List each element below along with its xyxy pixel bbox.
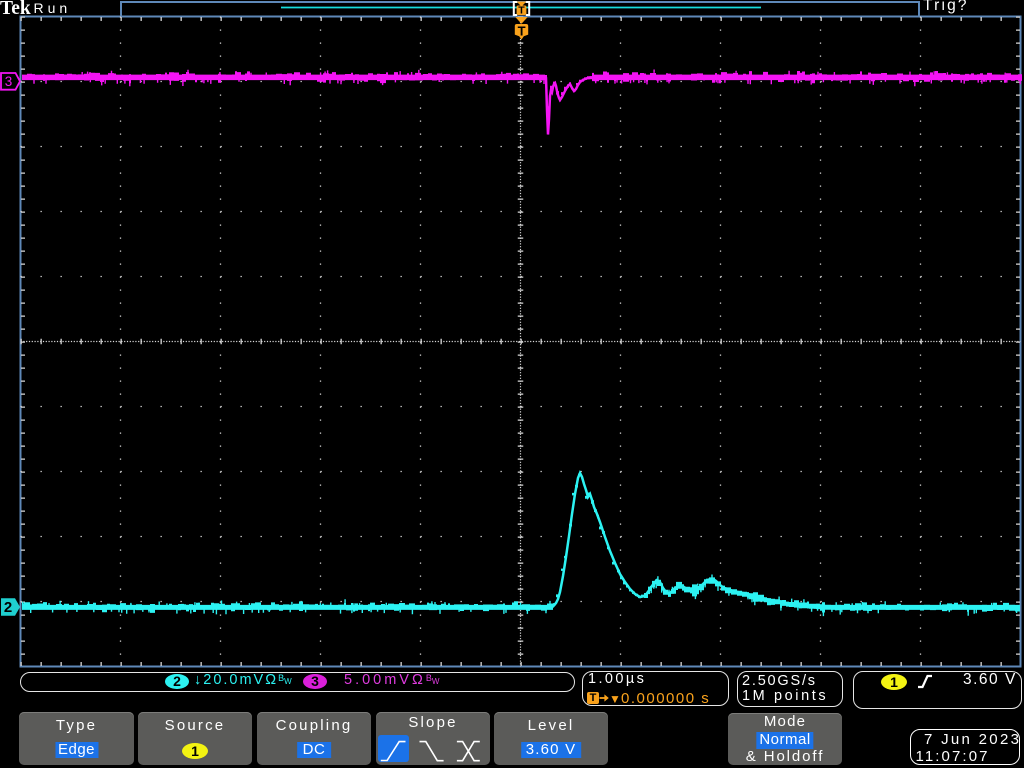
svg-text:3: 3	[5, 74, 13, 89]
svg-text:T: T	[518, 24, 526, 39]
svg-text:T: T	[518, 5, 525, 17]
svg-text:2: 2	[4, 599, 12, 616]
